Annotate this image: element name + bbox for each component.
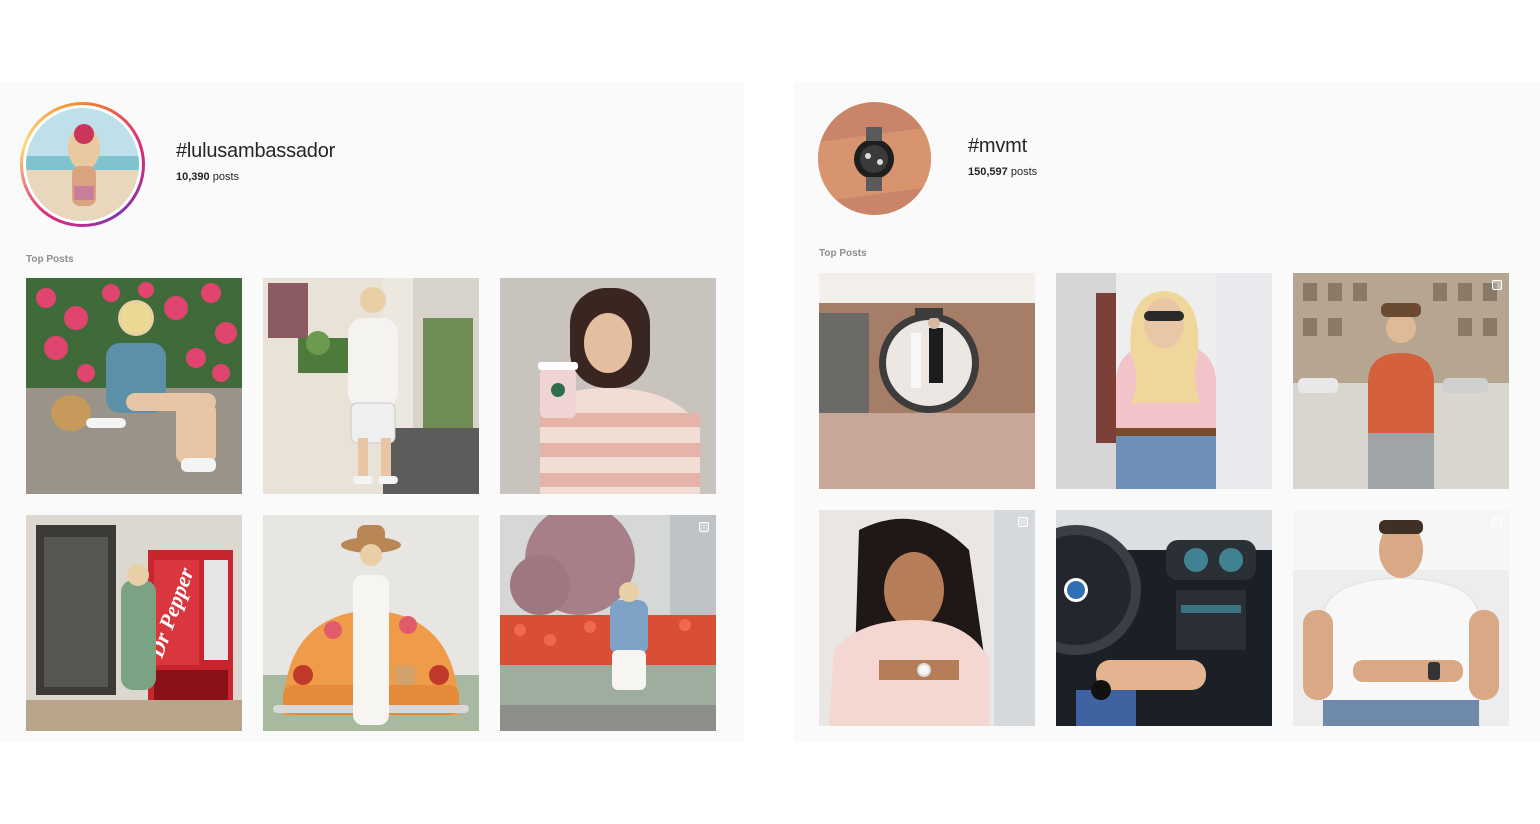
photo-icon: Dr Pepper <box>26 515 242 731</box>
post-tile[interactable] <box>1293 510 1509 726</box>
photo-icon <box>500 278 716 494</box>
post-count-value: 150,597 <box>968 166 1008 178</box>
top-posts-label: Top Posts <box>26 254 74 265</box>
multi-post-icon <box>699 522 709 532</box>
photo-icon <box>263 278 479 494</box>
post-tile[interactable] <box>1056 273 1272 489</box>
photo-icon <box>1293 273 1509 489</box>
post-tile[interactable] <box>1056 510 1272 726</box>
post-count: 150,597 posts <box>968 166 1037 178</box>
photo-icon <box>1056 273 1272 489</box>
top-posts-label: Top Posts <box>819 248 867 259</box>
photo-icon <box>1293 510 1509 726</box>
story-ring[interactable] <box>20 102 145 227</box>
post-tile[interactable] <box>263 515 479 731</box>
post-tile[interactable] <box>26 278 242 494</box>
hashtag-avatar[interactable] <box>818 102 931 215</box>
post-tile[interactable] <box>819 510 1035 726</box>
hashtag-avatar[interactable] <box>26 108 139 221</box>
multi-post-icon <box>1492 280 1502 290</box>
photo-icon <box>819 510 1035 726</box>
photo-icon <box>1056 510 1272 726</box>
hashtag-title: #mvmt <box>968 135 1028 157</box>
post-count-suffix: posts <box>212 171 240 183</box>
post-tile[interactable] <box>263 278 479 494</box>
post-tile[interactable] <box>500 278 716 494</box>
hashtag-page-lulusambassador: #lulusambassador 10,390 posts Top Posts <box>0 82 744 742</box>
photo-icon <box>819 273 1035 489</box>
post-count-value: 10,390 <box>176 171 210 183</box>
post-count-suffix: posts <box>1010 166 1038 178</box>
photo-icon <box>263 515 479 731</box>
photo-icon <box>26 278 242 494</box>
post-tile[interactable] <box>819 273 1035 489</box>
post-tile[interactable]: Dr Pepper <box>26 515 242 731</box>
post-tile[interactable] <box>1293 273 1509 489</box>
post-count: 10,390 posts <box>176 171 239 183</box>
multi-post-icon <box>1018 517 1028 527</box>
multi-post-icon <box>1492 517 1502 527</box>
hashtag-page-mvmt: #mvmt 150,597 posts Top Posts <box>794 82 1540 742</box>
post-tile[interactable] <box>500 515 716 731</box>
hashtag-title: #lulusambassador <box>176 140 336 162</box>
photo-icon <box>500 515 716 731</box>
